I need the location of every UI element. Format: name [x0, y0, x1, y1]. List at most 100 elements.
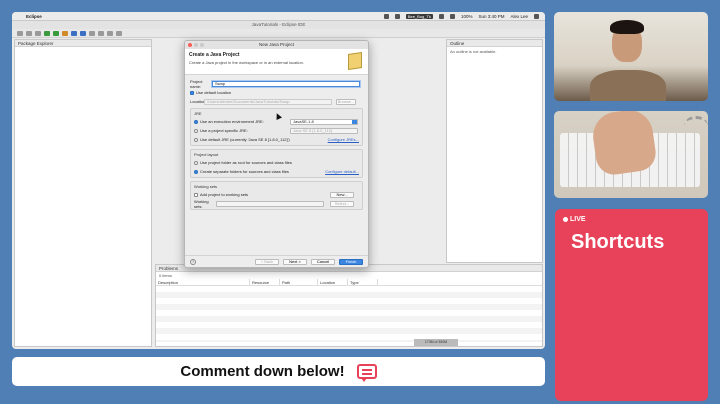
tab-label: Package Explorer: [18, 40, 54, 46]
project-specific-jre-select[interactable]: Java SE 8 [1.8.0_112]: [290, 127, 358, 134]
column-header[interactable]: Type: [348, 279, 378, 285]
configure-default-link[interactable]: Configure default...: [325, 169, 359, 174]
print-icon[interactable]: [35, 30, 41, 36]
outline-tab[interactable]: Outline: [447, 40, 542, 47]
help-icon[interactable]: ?: [190, 258, 196, 265]
minimize-icon[interactable]: [194, 43, 198, 47]
column-header[interactable]: Resource: [250, 279, 280, 285]
location-input[interactable]: /Users/alexlee/Documents/JavaTutorials/S…: [204, 98, 332, 105]
project-specific-jre-value: Java SE 8 [1.8.0_112]: [293, 127, 333, 133]
select-working-sets-button[interactable]: Select...: [330, 200, 354, 207]
user-name[interactable]: Alex Lee: [510, 14, 528, 19]
outline-message: An outline is not available.: [450, 49, 497, 54]
working-sets-field-row: Working sets: Select...: [194, 198, 359, 209]
window-controls: [188, 43, 204, 47]
project-name-row: Project name: Swap: [190, 79, 363, 89]
default-jre-label: Use default JRE (currently 'Java SE 8 [1…: [200, 137, 290, 142]
battery-label[interactable]: 100%: [461, 14, 473, 19]
working-sets-label: Working sets: [194, 184, 218, 189]
jre-option-row: Use default JRE (currently 'Java SE 8 [1…: [194, 136, 359, 143]
debug-icon[interactable]: [44, 30, 50, 36]
separate-folders-label: Create separate folders for sources and …: [200, 169, 289, 174]
run-icon[interactable]: [53, 30, 59, 36]
tray-icon[interactable]: [383, 13, 389, 19]
package-explorer-pane[interactable]: Package Explorer: [14, 39, 152, 347]
next-button[interactable]: Next >: [283, 258, 307, 265]
execution-env-value: JavaSE-1.8: [293, 118, 314, 124]
dialog-body: Project name: Swap Use default location …: [185, 75, 368, 213]
problems-columns: Description Resource Path Location Type: [156, 279, 542, 286]
jre-option-row: Use a project specific JRE: Java SE 8 [1…: [194, 127, 359, 134]
java-project-wizard-icon: [348, 52, 362, 70]
column-header[interactable]: Path: [280, 279, 318, 285]
project-name-input[interactable]: Swap: [212, 80, 360, 87]
search-icon[interactable]: [98, 30, 104, 36]
project-folder-root-radio[interactable]: [194, 160, 198, 165]
external-tools-icon[interactable]: [62, 30, 68, 36]
chevron-down-icon: [352, 119, 357, 124]
forward-icon[interactable]: [116, 30, 122, 36]
new-icon[interactable]: [17, 30, 23, 36]
close-icon[interactable]: [188, 43, 192, 47]
layout-option-row: Use project folder as root for sources a…: [194, 159, 359, 166]
volume-icon[interactable]: [449, 13, 455, 19]
live-badge: LIVE: [563, 216, 586, 223]
column-header[interactable]: Description: [156, 279, 250, 285]
open-type-icon[interactable]: [89, 30, 95, 36]
presenter-webcam: [554, 12, 708, 101]
live-badge-label: LIVE: [570, 216, 586, 223]
dialog-subheading: Create a Java project in the workspace o…: [189, 60, 304, 65]
clock[interactable]: Sun 3:40 PM: [478, 14, 504, 19]
window-title: JavaTutorials - Eclipse IDE: [12, 21, 545, 29]
wifi-icon[interactable]: [438, 13, 444, 19]
use-default-location-label: Use default location: [196, 90, 232, 95]
project-folder-root-label: Use project folder as root for sources a…: [200, 160, 292, 165]
location-label: Location:: [190, 99, 207, 104]
use-default-location-checkbox[interactable]: [190, 90, 194, 95]
dialog-heading: Create a Java Project: [189, 52, 240, 58]
search-icon[interactable]: [534, 13, 539, 19]
cable-image: [684, 116, 708, 136]
configure-jres-link[interactable]: Configure JREs...: [328, 137, 359, 142]
project-specific-jre-radio[interactable]: [194, 128, 198, 133]
new-package-icon[interactable]: [71, 30, 77, 36]
heap-status[interactable]: 173M of 350M: [414, 339, 458, 346]
separate-folders-radio[interactable]: [194, 169, 198, 174]
problems-pane[interactable]: Problems 0 items Description Resource Pa…: [155, 264, 543, 347]
column-header[interactable]: Location: [318, 279, 348, 285]
outline-pane[interactable]: Outline An outline is not available.: [446, 39, 543, 263]
maximize-icon[interactable]: [200, 43, 204, 47]
live-card-title: Shortcuts: [571, 231, 665, 253]
add-to-working-sets-checkbox[interactable]: [194, 192, 198, 197]
dialog-footer: ? < Back Next > Cancel Finish: [185, 255, 368, 267]
new-class-icon[interactable]: [80, 30, 86, 36]
working-sets-row: Add project to working sets New...: [194, 191, 359, 198]
menubar-tray: Bee_Bug_Tk 100% Sun 3:40 PM Alex Lee: [383, 13, 545, 19]
app-menu-name[interactable]: Eclipse: [26, 14, 42, 19]
presenter-shirt: [590, 70, 666, 101]
comment-banner-text: Comment down below!: [180, 363, 345, 380]
execution-env-radio[interactable]: [194, 119, 198, 124]
execution-env-select[interactable]: JavaSE-1.8: [290, 118, 358, 125]
back-icon[interactable]: [107, 30, 113, 36]
back-button[interactable]: < Back: [255, 258, 279, 265]
project-specific-jre-label: Use a project specific JRE:: [200, 128, 248, 133]
status-badge[interactable]: Bee_Bug_Tk: [405, 13, 433, 19]
default-jre-radio[interactable]: [194, 137, 198, 142]
project-layout-label: Project layout: [194, 152, 219, 157]
problems-list: [156, 286, 542, 342]
working-sets-select[interactable]: [216, 200, 324, 207]
keyboard-webcam: [554, 111, 708, 198]
tab-label: Problems: [159, 265, 179, 271]
tray-icon[interactable]: [394, 13, 400, 19]
finish-button[interactable]: Finish: [339, 258, 363, 265]
save-icon[interactable]: [26, 30, 32, 36]
browse-button[interactable]: Browse...: [336, 98, 356, 105]
presenter-hair: [610, 20, 644, 34]
working-sets-field-label: Working sets:: [194, 198, 209, 209]
working-sets-group: Working sets Add project to working sets…: [190, 181, 363, 210]
cancel-button[interactable]: Cancel: [311, 258, 335, 265]
package-explorer-tab[interactable]: Package Explorer: [15, 40, 151, 47]
dialog-titlebar: New Java Project: [185, 41, 368, 49]
new-working-set-button[interactable]: New...: [330, 191, 354, 198]
